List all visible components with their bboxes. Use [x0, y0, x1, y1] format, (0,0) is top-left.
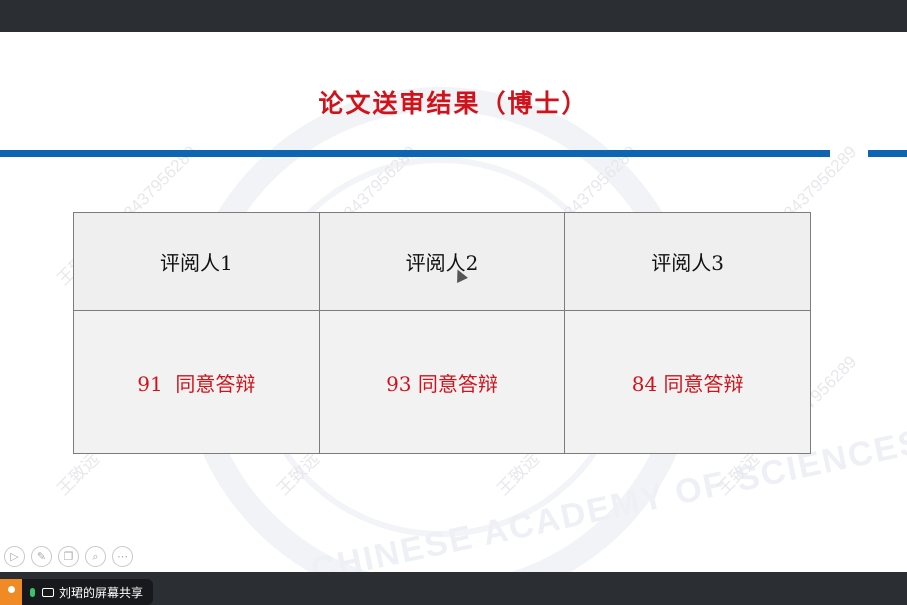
slides-icon[interactable]: ❐	[58, 546, 79, 567]
reviewer-header-cell: 评阅人1	[73, 212, 320, 311]
pen-icon[interactable]: ✎	[31, 546, 52, 567]
title-divider	[0, 150, 830, 157]
table-row: 91 同意答辩 93 同意答辩 84 同意答辩	[73, 310, 811, 454]
table-header-row: 评阅人1 评阅人2 评阅人3	[73, 212, 811, 311]
slide-controls: ▷ ✎ ❐ ⌕ ⋯	[4, 546, 133, 567]
screen-share-icon	[42, 587, 54, 597]
slide-title: 论文送审结果（博士）	[318, 89, 589, 118]
result-cell: 91 同意答辩	[73, 310, 320, 454]
title-divider-right	[868, 150, 907, 157]
person-icon	[0, 579, 22, 605]
top-toolbar	[0, 0, 907, 32]
review-results-table: 评阅人1 评阅人2 评阅人3 91 同意答辩 93 同意答辩 84 同意答辩	[73, 212, 811, 454]
more-icon[interactable]: ⋯	[112, 546, 133, 567]
result-cell: 84 同意答辩	[564, 310, 811, 454]
reviewer-header-cell: 评阅人3	[564, 212, 811, 311]
result-cell: 93 同意答辩	[318, 310, 566, 454]
play-icon[interactable]: ▷	[4, 546, 25, 567]
share-label: 刘珺的屏幕共享	[59, 585, 144, 600]
reviewer-header-cell: 评阅人2	[318, 212, 566, 311]
zoom-icon[interactable]: ⌕	[85, 546, 106, 567]
screen-share-indicator[interactable]: 刘珺的屏幕共享	[0, 579, 153, 605]
presentation-slide: CHINESE ACADEMY OF SCIENCES 王致远 +8618437…	[0, 32, 907, 572]
microphone-icon[interactable]	[27, 585, 37, 599]
